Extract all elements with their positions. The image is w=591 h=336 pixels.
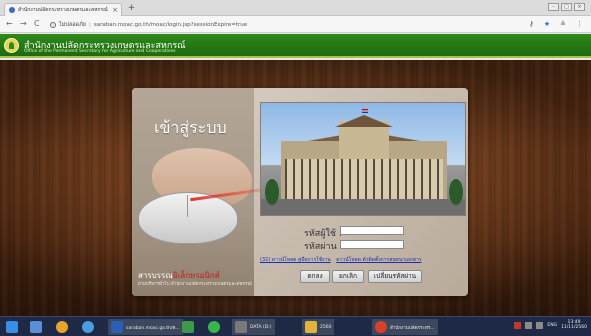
photos-icon <box>182 321 194 333</box>
folder-icon <box>305 321 317 333</box>
taskbar-pin-5[interactable] <box>208 319 220 335</box>
back-arrow-icon[interactable]: ← <box>6 20 13 28</box>
cancel-button[interactable]: ยกเลิก <box>332 270 364 283</box>
windows-logo-icon <box>6 321 18 333</box>
ie-icon <box>82 321 94 333</box>
site-favicon-icon <box>9 7 15 13</box>
system-clock[interactable]: 13:49 11/11/2560 <box>561 320 587 330</box>
clock-date: 11/11/2560 <box>561 325 587 330</box>
forward-arrow-icon[interactable]: → <box>20 20 27 28</box>
url-text: saraban.moac.go.th/moac/login.jsp?sessio… <box>93 21 248 28</box>
manual-download-link[interactable]: (32) ดาวน์โหลด คู่มือการใช้งาน <box>260 257 331 263</box>
username-label: รหัสผู้ใช้ : <box>304 229 342 239</box>
url-divider: | <box>88 21 91 28</box>
line-icon <box>208 321 220 333</box>
minimize-button[interactable]: – <box>548 3 559 11</box>
password-input[interactable] <box>340 240 404 249</box>
taskbar-pin-2[interactable] <box>56 319 68 335</box>
system-subcaption: ฝ่ายบริหารทั่วไป สำนักงานปลัดกระทรวงเกษต… <box>138 282 252 287</box>
start-button[interactable] <box>6 319 18 335</box>
key-icon[interactable]: ⚷ <box>529 20 534 28</box>
ministry-building-photo <box>260 102 466 216</box>
tab-title: สำนักงานปลัดกระทรวงเกษตรและสหกรณ์ <box>18 7 108 13</box>
login-title: เข้าสู่ระบบ <box>154 118 227 137</box>
menu-icon[interactable]: ⋮ <box>576 20 583 28</box>
window-controls: – □ × <box>548 3 585 11</box>
browser-tab[interactable]: สำนักงานปลัดกระทรวงเกษตรและสหกรณ์ × <box>4 3 122 16</box>
info-icon[interactable]: i <box>50 21 56 28</box>
close-tab-icon[interactable]: × <box>112 6 118 14</box>
word-icon <box>111 321 123 333</box>
insecure-label: ไม่ปลอดภัย <box>59 21 86 28</box>
taskbar-item-word[interactable]: saraban.moac.go.th/ต... <box>108 319 183 335</box>
language-indicator[interactable]: ENG <box>547 323 557 328</box>
ministry-logo-icon <box>4 38 19 53</box>
volume-icon[interactable] <box>536 321 544 329</box>
toolbar-actions: ⚷ ★ ≗ ⋮ <box>529 20 583 28</box>
taskbar-pin-3[interactable] <box>82 319 94 335</box>
explorer-icon <box>30 321 42 333</box>
username-input[interactable] <box>340 226 404 235</box>
change-password-button[interactable]: เปลี่ยนรหัสผ่าน <box>368 270 422 283</box>
taskbar-item-folder[interactable]: 2560 <box>302 319 335 335</box>
thai-flag-icon <box>362 109 368 113</box>
computer-mouse-image <box>138 192 238 244</box>
password-label: รหัสผ่าน : <box>304 242 343 252</box>
close-window-button[interactable]: × <box>574 3 585 11</box>
taskbar-pin-4[interactable] <box>182 319 194 335</box>
installer-download-link[interactable]: ดาวน์โหลด ตัวติดตั้งการสนทนาเอกสาร <box>336 257 421 263</box>
bookmark-star-icon[interactable]: ★ <box>544 20 550 28</box>
taskbar-item-drive[interactable]: DATA (D:) <box>232 319 275 335</box>
extension-icon[interactable]: ≗ <box>560 20 566 28</box>
download-links: (32) ดาวน์โหลด คู่มือการใช้งาน ดาวน์โหลด… <box>260 256 425 264</box>
new-tab-button[interactable]: + <box>126 4 137 14</box>
chrome-icon <box>56 321 68 333</box>
maximize-button[interactable]: □ <box>561 3 572 11</box>
address-bar: ← → C i ไม่ปลอดภัย | saraban.moac.go.th/… <box>0 16 591 33</box>
drive-icon <box>235 321 247 333</box>
browser-tab-bar: สำนักงานปลัดกระทรวงเกษตรและสหกรณ์ × + – … <box>0 0 591 16</box>
login-button[interactable]: ตกลง <box>300 270 330 283</box>
taskbar-pin-1[interactable] <box>30 319 42 335</box>
reload-icon[interactable]: C <box>34 20 40 28</box>
tray-app-icon[interactable] <box>514 321 522 329</box>
windows-taskbar: saraban.moac.go.th/ต... DATA (D:) 2560 ส… <box>0 316 591 336</box>
site-header: สำนักงานปลัดกระทรวงเกษตรและสหกรณ์ Office… <box>0 34 591 58</box>
system-tray: ENG 13:49 11/11/2560 <box>514 320 587 330</box>
taskbar-item-chrome[interactable]: สำนักงานปลัดกระทร... <box>372 319 438 335</box>
chrome-icon <box>375 321 387 333</box>
login-panel: เข้าสู่ระบบ สารบรรณอิเล็กทรอนิกส์ ฝ่ายบร… <box>132 88 468 296</box>
url-field[interactable]: i ไม่ปลอดภัย | saraban.moac.go.th/moac/l… <box>50 19 540 30</box>
network-icon[interactable] <box>525 321 533 329</box>
site-name-english: Office of the Permanent Secretary for Ag… <box>24 49 176 54</box>
